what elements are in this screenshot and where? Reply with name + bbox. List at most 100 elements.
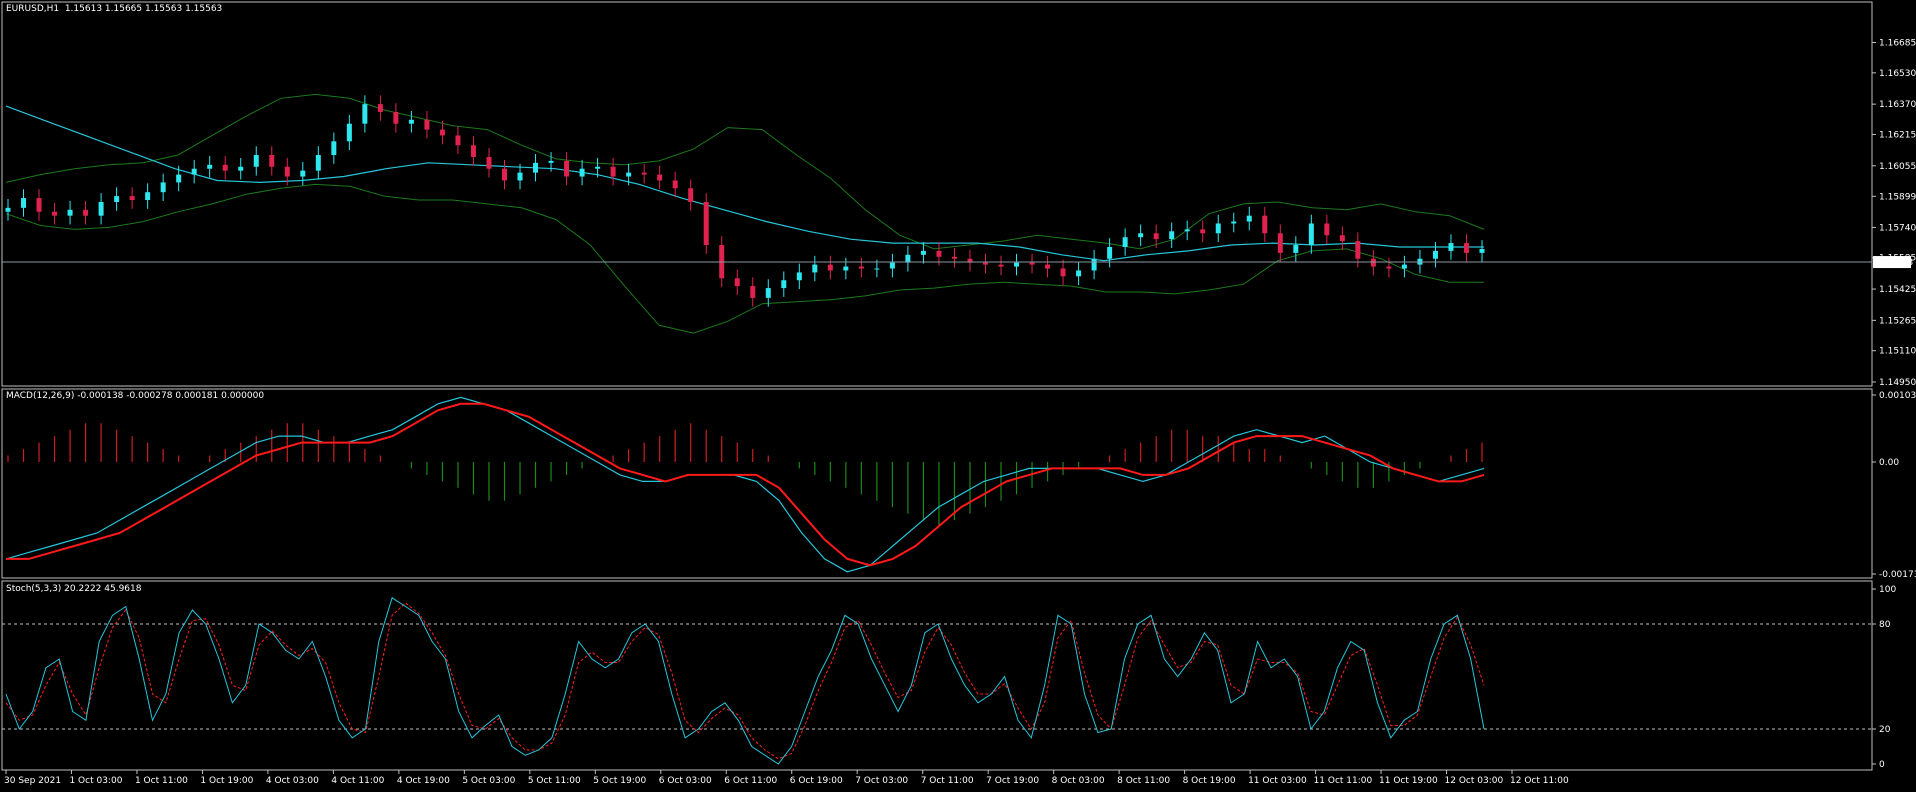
candle-body [1308,223,1314,246]
candle-body [83,209,89,216]
macd-axis-label: -0.001734 [1879,570,1916,580]
candle-body [1184,229,1190,232]
time-axis-label: 11 Oct 19:00 [1379,776,1438,786]
candle-body [36,198,42,212]
candle-body [1479,248,1485,253]
candle-body [579,168,585,177]
candle-body [1293,245,1299,253]
candle-body [129,196,135,201]
time-axis-label: 12 Oct 11:00 [1510,776,1569,786]
candle-body [1448,243,1454,251]
candle-body [1339,235,1345,242]
time-axis-label: 1 Oct 19:00 [200,776,253,786]
candle-body [905,254,911,263]
candle-body [98,201,104,216]
stoch-axis-label: 80 [1879,620,1891,630]
time-axis-label: 7 Oct 03:00 [855,776,908,786]
candle-body [796,272,802,281]
time-axis-label: 11 Oct 03:00 [1248,776,1307,786]
candle-body [548,160,554,163]
price-axis-label: 1.16055 [1879,162,1916,172]
time-axis-label: 4 Oct 11:00 [331,776,384,786]
candle-body [610,166,616,177]
macd-main-line [5,396,1485,573]
candle-body [1076,270,1082,277]
candle-body [424,119,430,130]
stoch-axis-label: 20 [1879,725,1891,735]
candle-body [315,155,321,171]
candle-body [1432,250,1438,259]
candle-body [346,123,352,142]
candle-body [269,155,275,167]
time-axis-label: 4 Oct 03:00 [266,776,319,786]
candle-body [1463,243,1469,253]
candle-body [1200,229,1206,234]
stoch-signal-line [5,602,1485,760]
time-axis-label: 7 Oct 11:00 [921,776,974,786]
candle-body [595,166,601,169]
candle-body [533,162,539,173]
candle-body [936,250,942,257]
candle-body [765,288,771,298]
stoch-axis-label: 0 [1879,760,1885,770]
time-axis-label: 6 Oct 11:00 [724,776,777,786]
candle-body [160,182,166,193]
macd-axis-label: 0.00 [1879,458,1899,468]
candle-body [1153,233,1159,240]
candle-body [222,164,228,171]
candle-body [626,172,632,177]
time-axis-label: 6 Oct 03:00 [659,776,712,786]
candle-body [377,104,383,112]
candle-body [1262,215,1268,234]
candle-body [191,168,197,175]
candle-body [439,129,445,136]
moving-average-line [5,105,1484,262]
price-axis-label: 1.14950 [1879,378,1916,388]
candle-body [455,135,461,146]
time-axis-label: 11 Oct 11:00 [1314,776,1373,786]
bollinger-lower-line [5,183,1484,334]
candle-body [52,211,58,216]
panel-frame [1,388,1873,579]
candle-body [874,268,880,270]
candle-body [5,207,11,212]
candle-body [1231,221,1237,224]
candle-body [657,174,663,181]
candle-body [284,166,290,177]
trading-chart[interactable]: 1.16685 1.16530 1.16370 1.16215 1.16055 1.158… [0,0,1916,792]
time-axis-label: 8 Oct 03:00 [1052,776,1105,786]
candle-body [207,164,213,169]
candle-body [998,264,1004,267]
time-axis-label: 4 Oct 19:00 [397,776,450,786]
price-axis-label: 1.15425 [1879,285,1916,295]
candle-body [843,266,849,271]
candle-body [238,166,244,171]
candle-body [1401,264,1407,269]
price-axis-label: 1.15110 [1879,347,1916,357]
candle-body [858,266,864,269]
candle-body [750,286,756,298]
candle-body [331,141,337,156]
current-price-label: 1.15563 [1876,258,1913,268]
time-axis-label: 5 Oct 19:00 [593,776,646,786]
price-axis-label: 1.16530 [1879,69,1916,79]
time-axis-label: 6 Oct 19:00 [790,776,843,786]
candle-body [1324,223,1330,236]
candle-body [1091,258,1097,271]
candle-body [114,196,120,202]
candle-body [21,198,27,208]
candle-body [1386,266,1392,269]
candle-body [486,156,492,169]
candle-body [1138,233,1144,238]
candle-body [920,250,926,255]
candle-body [1014,262,1020,267]
candle-body [176,174,182,183]
price-axis-label: 1.15740 [1879,223,1916,233]
stoch-main-line [5,597,1485,765]
candle-body [1246,215,1252,222]
candle-body [1060,268,1066,277]
price-axis-label: 1.16215 [1879,130,1916,140]
stoch-header: Stoch(5,3,3) 20.2222 45.9618 [6,584,142,594]
macd-axis-label: 0.001037 [1879,391,1916,401]
panel-frame [1,580,1873,771]
